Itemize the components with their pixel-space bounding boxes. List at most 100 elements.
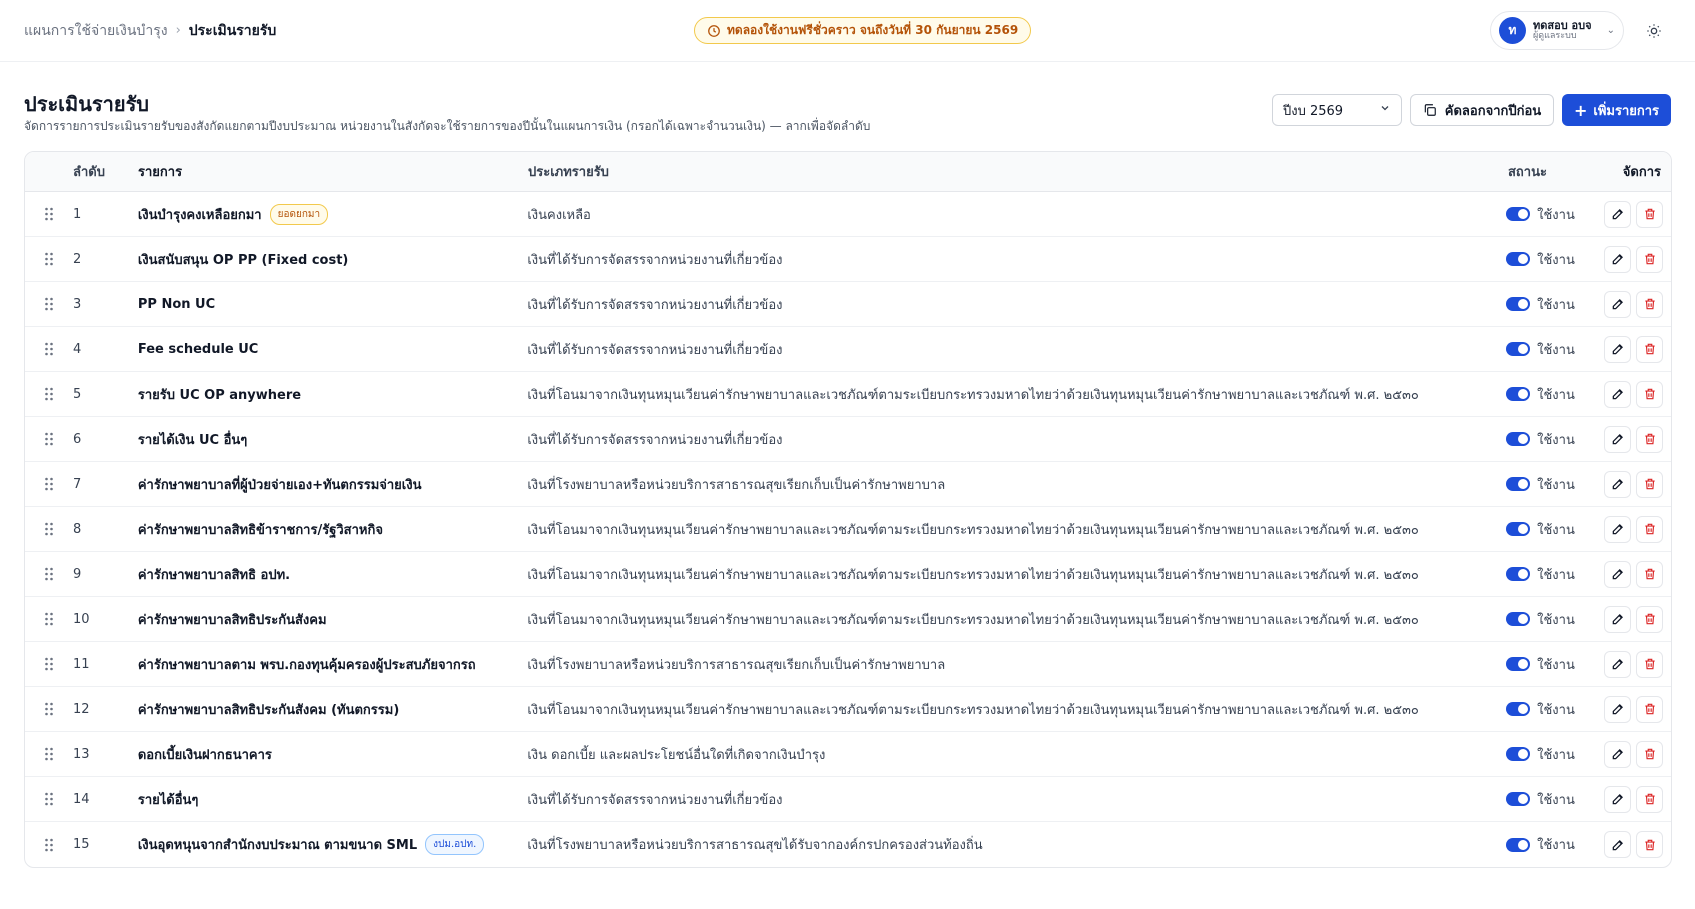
drag-handle-icon[interactable] [25, 702, 73, 716]
delete-button[interactable] [1636, 560, 1663, 588]
delete-button[interactable] [1636, 245, 1663, 273]
delete-button[interactable] [1636, 380, 1663, 408]
trash-icon [1644, 298, 1655, 310]
drag-handle-icon[interactable] [25, 477, 73, 491]
edit-button[interactable] [1604, 335, 1631, 363]
status-toggle[interactable] [1506, 792, 1531, 806]
delete-button[interactable] [1636, 831, 1663, 858]
row-name-cell: Fee schedule UC [138, 342, 528, 357]
status-toggle[interactable] [1506, 207, 1531, 221]
delete-button[interactable] [1636, 515, 1663, 543]
edit-button[interactable] [1604, 470, 1631, 498]
edit-button[interactable] [1604, 515, 1631, 543]
delete-button[interactable] [1636, 605, 1663, 633]
status-label: ใช้งาน [1537, 387, 1575, 403]
drag-handle-icon[interactable] [25, 657, 73, 671]
delete-button[interactable] [1636, 740, 1663, 768]
delete-button[interactable] [1636, 470, 1663, 498]
table-row: 13 ดอกเบี้ยเงินฝากธนาคาร เงิน ดอกเบี้ย แ… [25, 732, 1671, 777]
row-name-cell: รายรับ UC OP anywhere [138, 384, 528, 405]
row-status: ใช้งาน [1506, 339, 1604, 360]
drag-handle-icon[interactable] [25, 432, 73, 446]
status-toggle[interactable] [1506, 252, 1531, 266]
row-status: ใช้งาน [1506, 249, 1604, 270]
row-order: 12 [72, 701, 90, 717]
clock-icon [708, 24, 720, 37]
status-label: ใช้งาน [1537, 522, 1575, 538]
copy-icon [1424, 104, 1436, 116]
drag-handle-icon[interactable] [25, 792, 73, 806]
edit-button[interactable] [1604, 740, 1631, 768]
status-toggle[interactable] [1506, 702, 1531, 716]
row-name-cell: PP Non UC [138, 297, 528, 312]
delete-button[interactable] [1636, 335, 1663, 363]
drag-handle-icon[interactable] [25, 612, 73, 626]
drag-handle-icon[interactable] [25, 252, 73, 266]
drag-handle-icon[interactable] [25, 522, 73, 536]
edit-button[interactable] [1604, 560, 1631, 588]
breadcrumb-current: ประเมินรายรับ [188, 22, 277, 39]
status-toggle[interactable] [1506, 387, 1531, 401]
row-status: ใช้งาน [1506, 429, 1604, 450]
row-actions [1604, 200, 1671, 228]
row-actions [1604, 470, 1671, 498]
edit-button[interactable] [1604, 200, 1631, 228]
delete-button[interactable] [1636, 695, 1663, 723]
row-name-cell: ค่ารักษาพยาบาลสิทธิ อปท. [138, 564, 528, 585]
pencil-icon [1612, 254, 1623, 265]
header-name: รายการ [138, 165, 183, 180]
drag-handle-icon[interactable] [25, 567, 73, 581]
breadcrumb-parent-link[interactable]: แผนการใช้จ่ายเงินบำรุง [24, 20, 168, 42]
status-toggle[interactable] [1506, 432, 1531, 446]
edit-button[interactable] [1604, 831, 1631, 858]
row-status: ใช้งาน [1506, 699, 1604, 720]
status-toggle[interactable] [1506, 612, 1531, 626]
delete-button[interactable] [1636, 200, 1663, 228]
delete-button[interactable] [1636, 290, 1663, 318]
edit-button[interactable] [1604, 425, 1631, 453]
pencil-icon [1612, 344, 1623, 355]
row-name-cell: ค่ารักษาพยาบาลสิทธิประกันสังคม [138, 609, 528, 630]
add-item-button[interactable]: + เพิ่มรายการ [1562, 94, 1671, 126]
chevron-down-icon: ⌄ [1606, 25, 1615, 36]
copy-from-previous-year-button[interactable]: คัดลอกจากปีก่อน [1410, 94, 1554, 126]
edit-button[interactable] [1604, 695, 1631, 723]
drag-handle-icon[interactable] [25, 747, 73, 761]
drag-handle-icon[interactable] [25, 387, 73, 401]
status-toggle[interactable] [1506, 297, 1531, 311]
edit-button[interactable] [1604, 650, 1631, 678]
edit-button[interactable] [1604, 785, 1631, 813]
status-toggle[interactable] [1506, 567, 1531, 581]
pencil-icon [1612, 479, 1623, 490]
edit-button[interactable] [1604, 245, 1631, 273]
drag-handle-icon[interactable] [25, 297, 73, 311]
status-toggle[interactable] [1506, 342, 1531, 356]
add-button-label: เพิ่มรายการ [1593, 103, 1660, 119]
row-actions [1604, 605, 1671, 633]
row-status: ใช้งาน [1506, 519, 1604, 540]
row-name-cell: ค่ารักษาพยาบาลสิทธิข้าราชการ/รัฐวิสาหกิจ [138, 519, 528, 540]
edit-button[interactable] [1604, 290, 1631, 318]
theme-toggle-button[interactable] [1643, 20, 1665, 42]
edit-button[interactable] [1604, 605, 1631, 633]
status-label: ใช้งาน [1537, 567, 1575, 583]
drag-handle-icon[interactable] [25, 207, 73, 221]
drag-handle-icon[interactable] [25, 342, 73, 356]
status-label: ใช้งาน [1537, 792, 1575, 808]
year-select[interactable]: ปีงบ 2569 [1272, 94, 1402, 126]
user-menu-button[interactable]: ท ทดสอบ อบจ ผู้ดูแลระบบ ⌄ [1490, 11, 1624, 50]
delete-button[interactable] [1636, 425, 1663, 453]
edit-button[interactable] [1604, 380, 1631, 408]
delete-button[interactable] [1636, 785, 1663, 813]
status-label: ใช้งาน [1537, 838, 1575, 853]
delete-button[interactable] [1636, 650, 1663, 678]
status-toggle[interactable] [1506, 522, 1531, 536]
status-toggle[interactable] [1506, 747, 1531, 761]
status-toggle[interactable] [1506, 837, 1531, 852]
pencil-icon [1612, 614, 1623, 625]
status-toggle[interactable] [1506, 657, 1531, 671]
drag-handle-icon[interactable] [25, 838, 73, 852]
status-label: ใช้งาน [1537, 432, 1575, 448]
trial-text: ทดลองใช้งานฟรีชั่วคราว จนถึงวันที่ 30 กั… [727, 23, 1019, 37]
status-toggle[interactable] [1506, 477, 1531, 491]
